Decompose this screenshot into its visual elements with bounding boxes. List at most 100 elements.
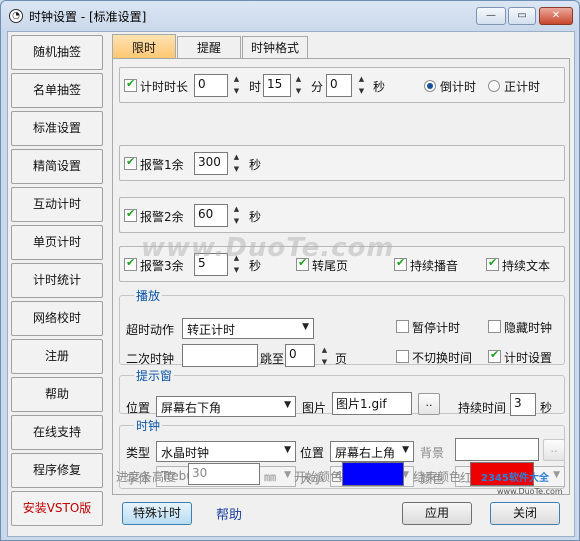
keep-sound-checkbox[interactable] xyxy=(394,256,407,271)
help-link[interactable]: 帮助 xyxy=(216,504,242,523)
minimize-button[interactable]: — xyxy=(476,7,506,25)
sidebar-interactive-timer[interactable]: 互动计时 xyxy=(11,187,103,222)
alarm2-spinner[interactable]: ▲ ▼ xyxy=(231,203,242,227)
tab-reminder[interactable]: 提醒 xyxy=(177,36,241,59)
progress-unit: ㎜ xyxy=(264,470,277,484)
alarm1-box: 报警1余 300 ▲▼ 秒 xyxy=(119,145,565,181)
sidebar-standard-settings[interactable]: 标准设置 xyxy=(11,111,103,146)
end-color-label: 结束颜色 xyxy=(413,470,462,484)
title-bar: ◔ 时钟设置 - [标准设置] — ▭ ✕ xyxy=(1,1,579,31)
close-window-button[interactable]: ✕ xyxy=(539,7,573,25)
special-timer-button[interactable]: 特殊计时 xyxy=(122,502,192,525)
watermark-text: www.DuoTe.com xyxy=(141,233,395,263)
countdown-radio[interactable] xyxy=(424,80,436,92)
alarm3-checkbox[interactable] xyxy=(124,256,137,271)
start-color-swatch[interactable] xyxy=(342,462,404,486)
start-color-label: 开始颜色 xyxy=(294,470,343,484)
minutes-input[interactable]: 15 xyxy=(263,74,291,97)
alarm1-checkbox[interactable] xyxy=(124,155,137,170)
alarm2-input[interactable]: 60 xyxy=(194,204,228,227)
sidebar-help[interactable]: 帮助 xyxy=(11,377,103,412)
sidebar-list-draw[interactable]: 名单抽签 xyxy=(11,73,103,108)
jump-label: 跳至 xyxy=(260,352,285,366)
minutes-spinner[interactable]: ▲ ▼ xyxy=(293,73,304,97)
no-switch-label: 不切换时间 xyxy=(412,351,473,365)
hint-group: 提示窗 位置 屏幕右下角 ▼ 图片 图片1.gif .. 持续时间 3 秒 xyxy=(119,367,565,417)
hint-pos-select[interactable]: 屏幕右下角 ▼ xyxy=(156,396,296,417)
hide-clock-checkbox[interactable] xyxy=(488,320,501,333)
clock-pos-select[interactable]: 屏幕右上角 ▼ xyxy=(330,441,414,462)
clock-pos-label: 位置 xyxy=(300,446,325,460)
chevron-down-icon: ▼ xyxy=(302,322,309,332)
sidebar-network-sync[interactable]: 网络校时 xyxy=(11,301,103,336)
sidebar-install-vsto[interactable]: 安装VSTO版 xyxy=(11,491,103,526)
alarm1-spinner[interactable]: ▲ ▼ xyxy=(231,151,242,175)
alarm2-checkbox[interactable] xyxy=(124,207,137,222)
seconds-input[interactable]: 0 xyxy=(326,74,352,97)
clock-bg-browse-button[interactable]: .. xyxy=(543,439,565,461)
hours-unit: 时 xyxy=(249,80,262,94)
alarm2-box: 报警2余 60 ▲▼ 秒 xyxy=(119,197,565,233)
clock-legend: 时钟 xyxy=(136,419,161,433)
hours-input[interactable]: 0 xyxy=(194,74,228,97)
overtime-label: 超时动作 xyxy=(126,323,175,337)
alarm1-input[interactable]: 300 xyxy=(194,152,228,175)
hint-dur-unit: 秒 xyxy=(540,401,553,415)
chevron-down-icon: ▼ xyxy=(284,445,291,455)
minutes-unit: 分 xyxy=(311,80,324,94)
chevron-down-icon: ▼ xyxy=(402,445,409,455)
watermark-site: 2345软件大全 xyxy=(481,473,549,484)
sidebar-timer-stats[interactable]: 计时统计 xyxy=(11,263,103,298)
progress-input[interactable]: 30 xyxy=(188,463,260,485)
sidebar-simple-settings[interactable]: 精简设置 xyxy=(11,149,103,184)
sidebar-repair[interactable]: 程序修复 xyxy=(11,453,103,488)
clock-bg-input[interactable] xyxy=(455,438,539,461)
sidebar-register[interactable]: 注册 xyxy=(11,339,103,374)
page-unit: 页 xyxy=(335,352,348,366)
timer-settings-label: 计时设置 xyxy=(504,351,553,365)
playback-legend: 播放 xyxy=(136,289,161,303)
clock-pos-value: 屏幕右上角 xyxy=(335,446,396,460)
jump-input[interactable]: 0 xyxy=(285,344,315,367)
clock-type-value: 水晶时钟 xyxy=(161,446,210,460)
pause-label: 暂停计时 xyxy=(412,321,461,335)
keep-text-checkbox[interactable] xyxy=(486,256,499,271)
clock-type-select[interactable]: 水晶时钟 ▼ xyxy=(156,441,296,462)
keep-sound-label: 持续播音 xyxy=(410,259,459,273)
overtime-select[interactable]: 转正计时 ▼ xyxy=(182,318,314,339)
settings-window: ◔ 时钟设置 - [标准设置] — ▭ ✕ 随机抽签 名单抽签 标准设置 精简设… xyxy=(0,0,580,541)
timer-settings-checkbox[interactable] xyxy=(488,348,501,363)
watermark-url: www.DuoTe.com xyxy=(497,487,563,496)
tab-limit[interactable]: 限时 xyxy=(112,34,176,61)
no-switch-checkbox[interactable] xyxy=(396,350,409,363)
seconds-spinner[interactable]: ▲ ▼ xyxy=(356,73,367,97)
hide-clock-label: 隐藏时钟 xyxy=(504,321,553,335)
duration-checkbox[interactable] xyxy=(124,77,137,92)
sidebar-page-timer[interactable]: 单页计时 xyxy=(11,225,103,260)
close-button[interactable]: 关闭 xyxy=(490,502,560,525)
tab-clock-format[interactable]: 时钟格式 xyxy=(242,36,308,59)
hint-dur-input[interactable]: 3 xyxy=(510,393,536,416)
duration-box: 计时时长 0 ▲▼ 时 15 ▲▼ 分 0 ▲▼ 秒 倒计时 正计时 xyxy=(119,67,565,103)
secondary-input[interactable] xyxy=(182,344,258,367)
keep-text-label: 持续文本 xyxy=(502,259,551,273)
sidebar-random-draw[interactable]: 随机抽签 xyxy=(11,35,103,70)
hours-spinner[interactable]: ▲ ▼ xyxy=(231,73,242,97)
duration-label: 计时时长 xyxy=(140,80,189,94)
clock-type-label: 类型 xyxy=(126,446,151,460)
chevron-down-icon: ▼ xyxy=(284,400,291,410)
jump-spinner[interactable]: ▲ ▼ xyxy=(319,344,330,368)
restore-button[interactable]: ▭ xyxy=(508,7,536,25)
alarm2-label: 报警2余 xyxy=(140,210,184,224)
countup-radio[interactable] xyxy=(488,80,500,92)
playback-group: 播放 超时动作 转正计时 ▼ 暂停计时 隐藏时钟 二次时钟 跳至 0 ▲ ▼ 页 不… xyxy=(119,287,565,368)
seconds-unit: 秒 xyxy=(373,80,386,94)
sidebar-online-support[interactable]: 在线支持 xyxy=(11,415,103,450)
chevron-down-icon: ▼ xyxy=(284,470,291,480)
apply-button[interactable]: 应用 xyxy=(402,502,472,525)
hint-browse-button[interactable]: .. xyxy=(418,393,440,415)
pause-checkbox[interactable] xyxy=(396,320,409,333)
hint-pos-value: 屏幕右下角 xyxy=(161,401,222,415)
hint-pos-label: 位置 xyxy=(126,401,151,415)
hint-img-input[interactable]: 图片1.gif xyxy=(332,392,412,415)
